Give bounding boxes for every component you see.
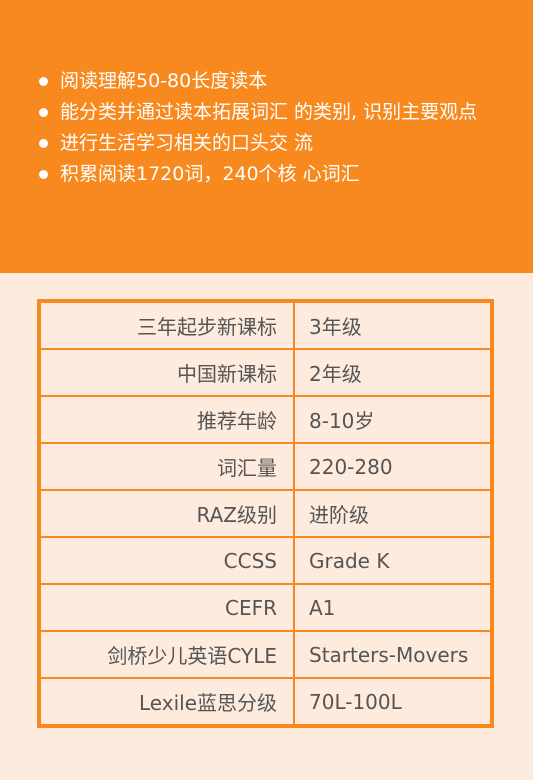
level-info-table: 三年起步新课标 3年级 中国新课标 2年级 推荐年龄 8-10岁 词汇量 220… [37, 299, 494, 728]
learning-goal-text: 积累阅读1720词，240个核 心词汇 [60, 163, 360, 185]
row-label: CCSS [38, 536, 295, 585]
learning-goal-text: 阅读理解50-80长度读本 [60, 70, 268, 92]
bullet-dot-icon [39, 108, 48, 117]
row-value: A1 [293, 583, 493, 632]
table-row: 中国新课标 2年级 [38, 348, 493, 397]
row-label: 中国新课标 [38, 348, 295, 397]
learning-goal-item: 能分类并通过读本拓展词汇 的类别, 识别主要观点 [38, 97, 508, 128]
row-value: 3年级 [293, 300, 493, 350]
bullet-dot-icon [39, 170, 48, 179]
row-value: Starters-Movers [293, 630, 493, 679]
table-row: 推荐年龄 8-10岁 [38, 395, 493, 444]
table-row: RAZ级别 进阶级 [38, 489, 493, 538]
row-label: Lexile蓝思分级 [38, 677, 295, 727]
row-value: 2年级 [293, 348, 493, 397]
learning-goals-list: 阅读理解50-80长度读本 能分类并通过读本拓展词汇 的类别, 识别主要观点 进… [38, 66, 508, 190]
row-value: Grade K [293, 536, 493, 585]
row-label: CEFR [38, 583, 295, 632]
row-value: 进阶级 [293, 489, 493, 538]
row-label: 剑桥少儿英语CYLE [38, 630, 295, 679]
row-value: 220-280 [293, 442, 493, 491]
table-row: 词汇量 220-280 [38, 442, 493, 491]
table-row: 三年起步新课标 3年级 [38, 300, 493, 350]
row-label: 词汇量 [38, 442, 295, 491]
learning-goal-text: 进行生活学习相关的口头交 流 [60, 132, 314, 154]
learning-goal-item: 进行生活学习相关的口头交 流 [38, 128, 508, 159]
row-value: 8-10岁 [293, 395, 493, 444]
table-row: 剑桥少儿英语CYLE Starters-Movers [38, 630, 493, 679]
learning-goal-text: 能分类并通过读本拓展词汇 的类别, 识别主要观点 [60, 101, 478, 123]
table-row: CEFR A1 [38, 583, 493, 632]
learning-goals-panel: 阅读理解50-80长度读本 能分类并通过读本拓展词汇 的类别, 识别主要观点 进… [0, 0, 533, 273]
learning-goal-item: 阅读理解50-80长度读本 [38, 66, 508, 97]
table-row: CCSS Grade K [38, 536, 493, 585]
table-row: Lexile蓝思分级 70L-100L [38, 677, 493, 727]
bullet-dot-icon [39, 139, 48, 148]
learning-goal-item: 积累阅读1720词，240个核 心词汇 [38, 159, 508, 190]
row-value: 70L-100L [293, 677, 493, 727]
row-label: 推荐年龄 [38, 395, 295, 444]
bullet-dot-icon [39, 77, 48, 86]
row-label: 三年起步新课标 [38, 300, 295, 350]
row-label: RAZ级别 [38, 489, 295, 538]
